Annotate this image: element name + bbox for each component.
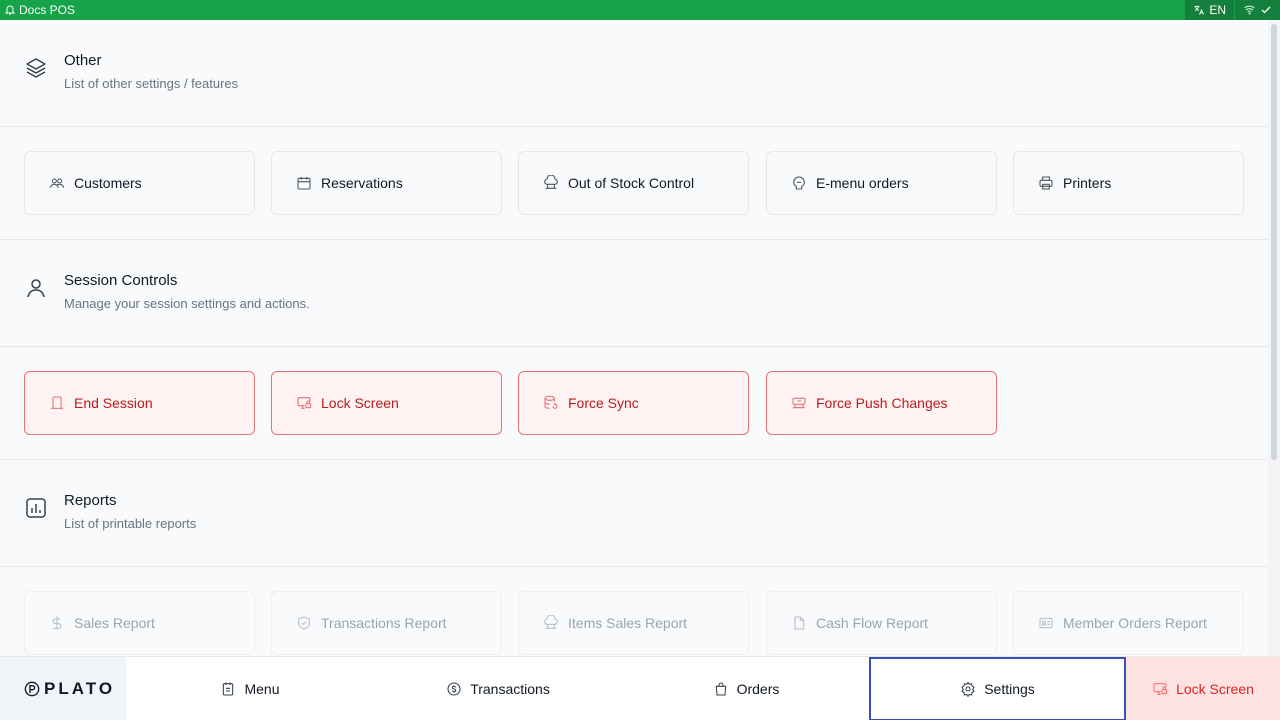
nav-menu[interactable]: Menu (126, 657, 374, 720)
scrollbar-thumb[interactable] (1271, 24, 1277, 460)
exit-icon (49, 395, 65, 411)
monitor-lock-icon (1152, 681, 1168, 697)
users-icon (49, 175, 65, 191)
menu-book-icon (220, 681, 236, 697)
language-label: EN (1209, 3, 1226, 17)
reservations-button[interactable]: Reservations (271, 151, 502, 215)
gear-icon (960, 681, 976, 697)
printers-button[interactable]: Printers (1013, 151, 1244, 215)
bell-icon (4, 4, 16, 16)
push-icon (791, 395, 807, 411)
settings-content[interactable]: Other List of other settings / features … (0, 20, 1268, 656)
cash-flow-report-button[interactable]: Cash Flow Report (766, 591, 997, 655)
content-scrollbar[interactable] (1268, 20, 1280, 656)
items-sales-report-button[interactable]: Items Sales Report (518, 591, 749, 655)
section-subtitle: List of printable reports (64, 516, 197, 531)
logo-mark-icon (24, 681, 40, 697)
section-title: Other (64, 52, 102, 69)
file-icon (791, 615, 807, 631)
wifi-icon (1243, 4, 1256, 16)
bottom-navigation: PLATO Menu Transactions Orders Settings … (0, 656, 1280, 720)
plato-logo: PLATO (0, 657, 126, 720)
out-of-stock-control-button[interactable]: Out of Stock Control (518, 151, 749, 215)
title-bar: Docs POS EN (0, 0, 1280, 20)
session-items-row: End Session Lock Screen Force Sync Force… (0, 347, 1268, 460)
section-title: Reports (64, 492, 117, 509)
monitor-lock-icon (296, 395, 312, 411)
app-title: Docs POS (0, 3, 75, 17)
report-items-row: Sales Report Transactions Report Items S… (0, 567, 1268, 656)
dollar-icon (49, 615, 65, 631)
section-reports-header: Reports List of printable reports (0, 460, 1268, 567)
printer-icon (1038, 175, 1054, 191)
force-sync-button[interactable]: Force Sync (518, 371, 749, 435)
bag-icon (713, 681, 729, 697)
database-sync-icon (543, 395, 559, 411)
emenu-icon (791, 175, 807, 191)
lock-screen-button[interactable]: Lock Screen (271, 371, 502, 435)
nav-settings[interactable]: Settings (869, 657, 1126, 720)
e-menu-orders-button[interactable]: E-menu orders (766, 151, 997, 215)
check-icon (1260, 4, 1272, 16)
section-other-header: Other List of other settings / features (0, 20, 1268, 127)
sales-report-button[interactable]: Sales Report (24, 591, 255, 655)
app-name: Docs POS (19, 3, 76, 17)
section-subtitle: Manage your session settings and actions… (64, 296, 310, 311)
chef-icon (543, 175, 559, 191)
id-card-icon (1038, 615, 1054, 631)
nav-transactions[interactable]: Transactions (374, 657, 622, 720)
user-icon (24, 276, 48, 300)
section-subtitle: List of other settings / features (64, 76, 239, 91)
end-session-button[interactable]: End Session (24, 371, 255, 435)
section-title: Session Controls (64, 272, 178, 289)
nav-orders[interactable]: Orders (622, 657, 870, 720)
other-items-row: Customers Reservations Out of Stock Cont… (0, 127, 1268, 240)
coin-icon (446, 681, 462, 697)
layers-icon (24, 56, 48, 80)
translate-icon (1193, 4, 1205, 16)
calendar-icon (296, 175, 312, 191)
language-switch[interactable]: EN (1185, 0, 1234, 20)
connection-status[interactable] (1235, 0, 1280, 20)
force-push-changes-button[interactable]: Force Push Changes (766, 371, 997, 435)
nav-lock-screen[interactable]: Lock Screen (1126, 657, 1280, 720)
section-session-header: Session Controls Manage your session set… (0, 240, 1268, 347)
customers-button[interactable]: Customers (24, 151, 255, 215)
member-orders-report-button[interactable]: Member Orders Report (1013, 591, 1244, 655)
bar-chart-icon (24, 496, 48, 520)
chef-icon (543, 615, 559, 631)
logo-wordmark: PLATO (44, 679, 116, 698)
shield-check-icon (296, 615, 312, 631)
transactions-report-button[interactable]: Transactions Report (271, 591, 502, 655)
